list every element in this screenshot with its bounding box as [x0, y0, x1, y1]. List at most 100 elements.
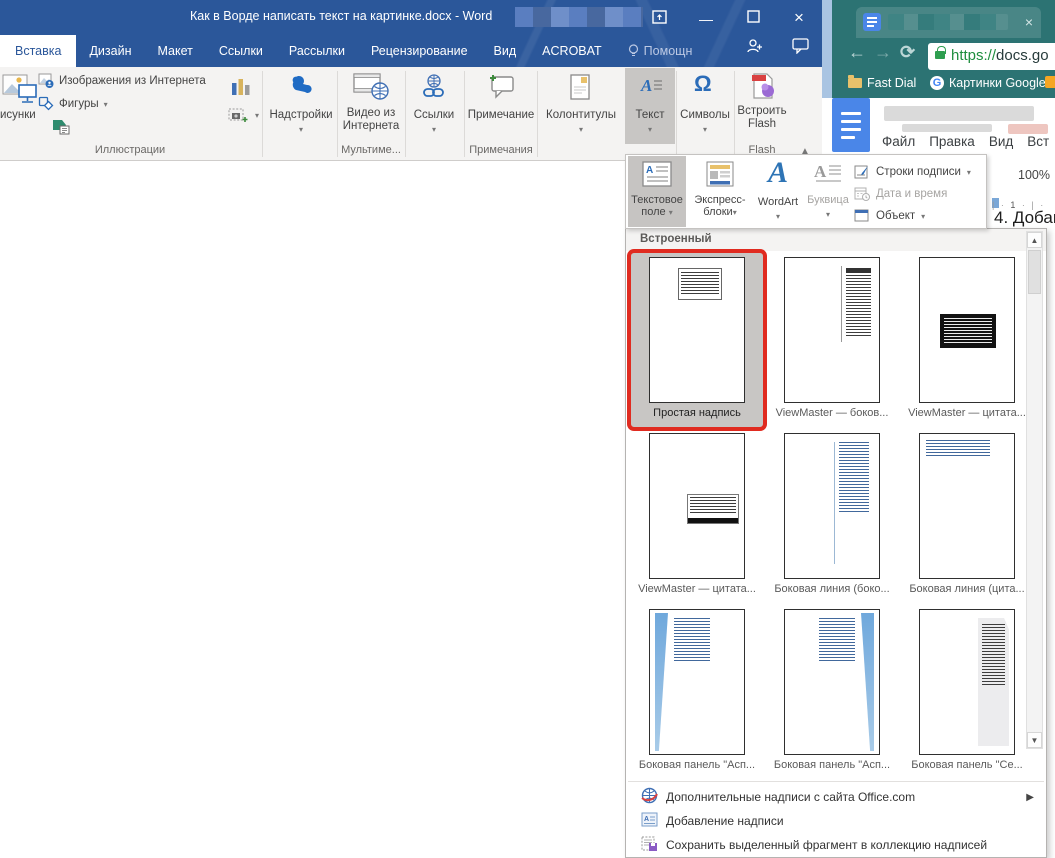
object-item[interactable]: Объект ▾: [854, 205, 984, 227]
text-icon[interactable]: A: [638, 73, 664, 99]
tab-mailings[interactable]: Рассылки: [276, 35, 358, 67]
scroll-up-icon[interactable]: ▲: [1027, 232, 1042, 248]
bookmark-google-images[interactable]: G Картинки Google: [930, 76, 1046, 90]
word-titlebar: Как в Ворде написать текст на картинке.d…: [0, 0, 822, 67]
symbols-icon[interactable]: Ω: [694, 71, 712, 97]
tab-layout[interactable]: Макет: [145, 35, 206, 67]
tab-view[interactable]: Вид: [481, 35, 530, 67]
quick-parts-icon: [705, 160, 735, 188]
docs-menu-insert[interactable]: Вст: [1027, 134, 1049, 149]
bookmark-fast-dial[interactable]: Fast Dial: [848, 76, 916, 90]
url-text[interactable]: https://docs.go: [951, 47, 1049, 64]
quick-parts-button[interactable]: Экспресс-блоки▾: [688, 156, 752, 227]
header-footer-button[interactable]: Колонтитулы: [546, 109, 616, 121]
chevron-down-icon: ▾: [669, 208, 673, 217]
docs-title-blurred2: [902, 124, 992, 132]
date-time-item[interactable]: Дата и время: [854, 183, 984, 205]
office-com-icon: [640, 787, 658, 807]
close-icon[interactable]: ×: [788, 9, 810, 27]
online-video-icon[interactable]: [352, 71, 390, 101]
folder-icon: [848, 78, 862, 88]
tab-design[interactable]: Дизайн: [76, 35, 144, 67]
back-icon[interactable]: ←: [848, 42, 866, 63]
embed-flash-button[interactable]: Встроить Flash: [733, 105, 791, 131]
window-edge: [822, 0, 832, 98]
google-icon: G: [930, 76, 944, 90]
shapes-button[interactable]: Фигуры ▾: [38, 96, 108, 112]
comment-icon[interactable]: [486, 71, 516, 101]
screenshot-button[interactable]: ▾: [228, 107, 259, 123]
address-bar[interactable]: https://docs.go: [928, 43, 1055, 70]
docs-menu-icon[interactable]: [832, 98, 870, 152]
docs-menu-file[interactable]: Файл: [882, 134, 915, 149]
menu-item-more-textboxes[interactable]: Дополнительные надписи с сайта Office.co…: [626, 785, 1046, 809]
textbox-button[interactable]: A Текстовое поле ▾: [628, 156, 686, 227]
pictures-button[interactable]: Рисунки: [0, 109, 36, 121]
menu-item-draw-textbox[interactable]: A Добавление надписи: [626, 809, 1046, 833]
wordart-icon: A: [754, 156, 802, 190]
share-person-icon[interactable]: [746, 38, 764, 54]
scrollbar-thumb[interactable]: [1028, 250, 1041, 294]
textbox-icon: A: [642, 160, 672, 188]
menu-item-save-selection[interactable]: Сохранить выделенный фрагмент в коллекци…: [626, 833, 1046, 857]
bookmarks-bar: Fast Dial G Картинки Google: [832, 74, 1055, 98]
text-button[interactable]: Текст: [636, 109, 665, 121]
maximize-icon[interactable]: [742, 8, 764, 26]
dropcap-button[interactable]: A Буквица ▾: [804, 156, 852, 227]
comment-button[interactable]: Примечание: [468, 109, 535, 121]
tab-close-icon[interactable]: ×: [1025, 13, 1033, 31]
window-title: Как в Ворде написать текст на картинке.d…: [190, 9, 492, 23]
chart-icon[interactable]: [230, 75, 252, 97]
docs-document-text: 4. Добавь: [994, 208, 1055, 228]
docs-zoom-control[interactable]: 100%▼: [1018, 168, 1055, 182]
comments-icon[interactable]: [792, 38, 810, 54]
addins-button[interactable]: Надстройки: [269, 109, 332, 121]
screen: × ← → ⟳ https://docs.go Fast Dial G Карт…: [0, 0, 1055, 858]
text-flyout-panel: A Текстовое поле ▾ Экспресс-блоки▾ A Wor…: [625, 154, 987, 229]
group-comments-label: Примечания: [469, 144, 533, 156]
pictures-icon[interactable]: [2, 73, 38, 105]
reload-icon[interactable]: ⟳: [900, 42, 915, 63]
ribbon-display-options-icon[interactable]: [648, 8, 670, 26]
object-icon: [854, 208, 870, 224]
addins-icon[interactable]: [286, 71, 316, 101]
forward-icon[interactable]: →: [874, 42, 892, 63]
tab-assistant[interactable]: Помощн: [615, 35, 706, 67]
tab-title-blurred: [888, 14, 1008, 30]
tab-references[interactable]: Ссылки: [206, 35, 276, 67]
docs-menu-view[interactable]: Вид: [989, 134, 1013, 149]
padlock-icon: [935, 51, 945, 59]
online-video-button[interactable]: Видео из Интернета: [336, 107, 406, 133]
online-pictures-button[interactable]: Изображения из Интернета: [38, 73, 206, 89]
group-multimedia-label: Мультиме...: [341, 144, 401, 156]
symbols-button[interactable]: Символы: [680, 109, 730, 121]
chevron-down-icon: ▾: [648, 125, 652, 134]
browser-tab[interactable]: ×: [856, 7, 1041, 38]
svg-text:A: A: [640, 76, 652, 95]
tab-review[interactable]: Рецензирование: [358, 35, 481, 67]
tab-insert[interactable]: Вставка: [0, 35, 76, 67]
scroll-down-icon[interactable]: ▼: [1027, 732, 1042, 748]
tab-acrobat[interactable]: ACROBAT: [529, 35, 615, 67]
minimize-icon[interactable]: —: [695, 12, 717, 30]
docs-menu-edit[interactable]: Правка: [929, 134, 975, 149]
submenu-arrow-icon: ▶: [1026, 792, 1034, 803]
add-textbox-icon: A: [640, 812, 658, 830]
chevron-down-icon: ▾: [703, 125, 707, 134]
links-button[interactable]: Ссылки: [414, 109, 455, 121]
chevron-down-icon: ▾: [921, 212, 925, 221]
links-icon[interactable]: [420, 73, 448, 101]
ribbon: Рисунки Изображения из Интернета Фигуры …: [0, 67, 822, 161]
image-bookmark-icon[interactable]: [1045, 76, 1055, 88]
lightbulb-icon: [628, 44, 639, 59]
wordart-button[interactable]: A WordArt ▾: [754, 156, 802, 227]
titlebar-blurred-block: [515, 7, 643, 27]
signature-lines-item[interactable]: Строки подписи ▾: [854, 161, 984, 183]
header-footer-icon[interactable]: [568, 73, 592, 101]
smartart-icon[interactable]: [52, 119, 70, 135]
chevron-down-icon: ▾: [733, 208, 737, 217]
textbox-gallery: Встроенный Простая надпись ViewMaster — …: [625, 228, 1047, 858]
embed-flash-icon[interactable]: [748, 71, 778, 101]
gallery-scrollbar[interactable]: ▲ ▼: [1026, 231, 1043, 749]
menu-divider: [628, 781, 1044, 782]
